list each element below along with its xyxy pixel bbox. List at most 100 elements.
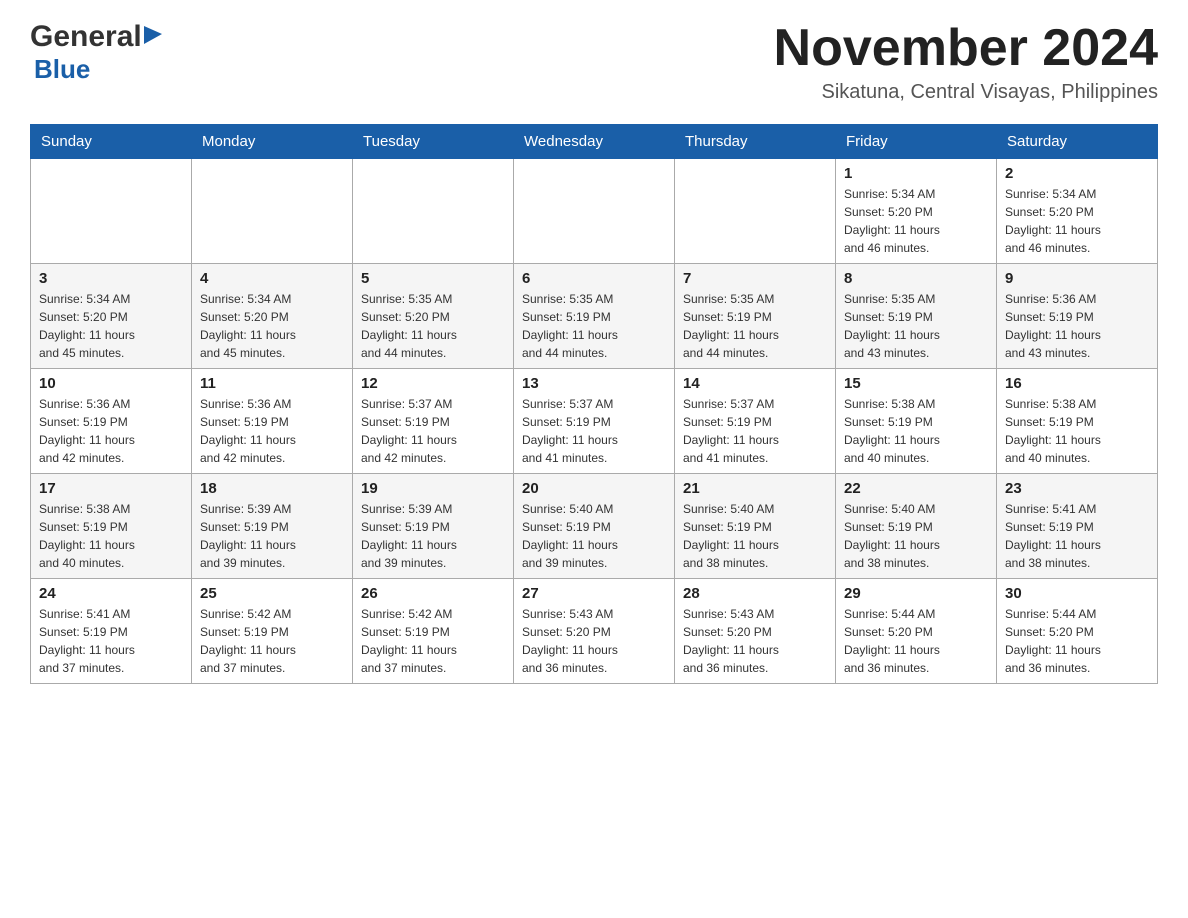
calendar-day-cell: 3 Sunrise: 5:34 AMSunset: 5:20 PMDaylight… (31, 264, 192, 369)
calendar-day-cell: 25 Sunrise: 5:42 AMSunset: 5:19 PMDayligh… (192, 579, 353, 684)
day-sun-info: Sunrise: 5:36 AMSunset: 5:19 PMDaylight:… (39, 395, 183, 467)
day-number: 2 (1005, 165, 1149, 182)
calendar-week-row: 10 Sunrise: 5:36 AMSunset: 5:19 PMDayligh… (31, 369, 1158, 474)
logo-blue: Blue (34, 54, 90, 85)
title-area: November 2024 Sikatuna, Central Visayas,… (774, 20, 1158, 104)
calendar-day-cell: 24 Sunrise: 5:41 AMSunset: 5:19 PMDayligh… (31, 579, 192, 684)
day-number: 3 (39, 270, 183, 287)
day-sun-info: Sunrise: 5:43 AMSunset: 5:20 PMDaylight:… (522, 605, 666, 677)
day-sun-info: Sunrise: 5:42 AMSunset: 5:19 PMDaylight:… (200, 605, 344, 677)
day-number: 1 (844, 165, 988, 182)
day-sun-info: Sunrise: 5:34 AMSunset: 5:20 PMDaylight:… (200, 290, 344, 362)
day-sun-info: Sunrise: 5:38 AMSunset: 5:19 PMDaylight:… (39, 500, 183, 572)
calendar-day-cell: 14Sunrise: 5:37 AMSunset: 5:19 PMDayligh… (675, 369, 836, 474)
day-sun-info: Sunrise: 5:38 AMSunset: 5:19 PMDaylight:… (844, 395, 988, 467)
day-number: 25 (200, 585, 344, 602)
calendar-day-cell (353, 159, 514, 264)
calendar-day-cell: 30 Sunrise: 5:44 AMSunset: 5:20 PMDayligh… (997, 579, 1158, 684)
day-number: 30 (1005, 585, 1149, 602)
calendar-day-cell: 1Sunrise: 5:34 AMSunset: 5:20 PMDaylight… (836, 159, 997, 264)
calendar-day-cell: 13 Sunrise: 5:37 AMSunset: 5:19 PMDayligh… (514, 369, 675, 474)
day-number: 20 (522, 480, 666, 497)
day-number: 26 (361, 585, 505, 602)
day-sun-info: Sunrise: 5:36 AMSunset: 5:19 PMDaylight:… (1005, 290, 1149, 362)
day-number: 8 (844, 270, 988, 287)
day-sun-info: Sunrise: 5:40 AMSunset: 5:19 PMDaylight:… (522, 500, 666, 572)
day-of-week-header: Sunday (31, 125, 192, 159)
day-number: 28 (683, 585, 827, 602)
logo-triangle-icon (144, 26, 166, 48)
calendar-day-cell: 11Sunrise: 5:36 AMSunset: 5:19 PMDayligh… (192, 369, 353, 474)
day-number: 24 (39, 585, 183, 602)
calendar-table: SundayMondayTuesdayWednesdayThursdayFrid… (30, 124, 1158, 684)
calendar-week-row: 3 Sunrise: 5:34 AMSunset: 5:20 PMDaylight… (31, 264, 1158, 369)
day-number: 21 (683, 480, 827, 497)
calendar-day-cell: 4 Sunrise: 5:34 AMSunset: 5:20 PMDaylight… (192, 264, 353, 369)
day-number: 11 (200, 375, 344, 392)
day-of-week-header: Tuesday (353, 125, 514, 159)
calendar-day-cell (31, 159, 192, 264)
calendar-day-cell: 16 Sunrise: 5:38 AMSunset: 5:19 PMDayligh… (997, 369, 1158, 474)
day-number: 10 (39, 375, 183, 392)
calendar-day-cell: 18 Sunrise: 5:39 AMSunset: 5:19 PMDayligh… (192, 474, 353, 579)
day-number: 7 (683, 270, 827, 287)
calendar-day-cell (675, 159, 836, 264)
day-number: 27 (522, 585, 666, 602)
calendar-day-cell (514, 159, 675, 264)
day-sun-info: Sunrise: 5:43 AMSunset: 5:20 PMDaylight:… (683, 605, 827, 677)
day-sun-info: Sunrise: 5:42 AMSunset: 5:19 PMDaylight:… (361, 605, 505, 677)
page-header: General Blue November 2024 Sikatuna, Cen… (30, 20, 1158, 104)
calendar-day-cell (192, 159, 353, 264)
day-number: 17 (39, 480, 183, 497)
calendar-week-row: 17 Sunrise: 5:38 AMSunset: 5:19 PMDayligh… (31, 474, 1158, 579)
day-sun-info: Sunrise: 5:37 AMSunset: 5:19 PMDaylight:… (522, 395, 666, 467)
day-sun-info: Sunrise: 5:37 AMSunset: 5:19 PMDaylight:… (683, 395, 827, 467)
logo: General Blue (30, 20, 166, 85)
day-sun-info: Sunrise: 5:44 AMSunset: 5:20 PMDaylight:… (1005, 605, 1149, 677)
day-sun-info: Sunrise: 5:35 AMSunset: 5:19 PMDaylight:… (522, 290, 666, 362)
day-number: 16 (1005, 375, 1149, 392)
day-number: 29 (844, 585, 988, 602)
calendar-day-cell: 8 Sunrise: 5:35 AMSunset: 5:19 PMDaylight… (836, 264, 997, 369)
day-of-week-header: Thursday (675, 125, 836, 159)
calendar-day-cell: 9 Sunrise: 5:36 AMSunset: 5:19 PMDaylight… (997, 264, 1158, 369)
calendar-day-cell: 19Sunrise: 5:39 AMSunset: 5:19 PMDayligh… (353, 474, 514, 579)
day-number: 23 (1005, 480, 1149, 497)
calendar-day-cell: 22 Sunrise: 5:40 AMSunset: 5:19 PMDayligh… (836, 474, 997, 579)
calendar-day-cell: 27 Sunrise: 5:43 AMSunset: 5:20 PMDayligh… (514, 579, 675, 684)
day-number: 19 (361, 480, 505, 497)
logo-general: General (30, 20, 142, 54)
day-number: 13 (522, 375, 666, 392)
day-of-week-header: Monday (192, 125, 353, 159)
day-sun-info: Sunrise: 5:40 AMSunset: 5:19 PMDaylight:… (683, 500, 827, 572)
calendar-day-cell: 28 Sunrise: 5:43 AMSunset: 5:20 PMDayligh… (675, 579, 836, 684)
calendar-week-row: 1 Sunrise: 5:34 AMSunset: 5:20 PMDaylight… (31, 159, 1158, 264)
day-sun-info: Sunrise: 5:39 AMSunset: 5:19 PMDaylight:… (200, 500, 344, 572)
location-title: Sikatuna, Central Visayas, Philippines (774, 81, 1158, 104)
day-number: 4 (200, 270, 344, 287)
day-number: 6 (522, 270, 666, 287)
calendar-day-cell: 21 Sunrise: 5:40 AMSunset: 5:19 PMDayligh… (675, 474, 836, 579)
calendar-day-cell: 7Sunrise: 5:35 AMSunset: 5:19 PMDaylight… (675, 264, 836, 369)
day-sun-info: Sunrise: 5:38 AMSunset: 5:19 PMDaylight:… (1005, 395, 1149, 467)
day-number: 22 (844, 480, 988, 497)
calendar-day-cell: 17 Sunrise: 5:38 AMSunset: 5:19 PMDayligh… (31, 474, 192, 579)
day-number: 18 (200, 480, 344, 497)
day-sun-info: Sunrise: 5:34 AMSunset: 5:20 PMDaylight:… (1005, 185, 1149, 257)
calendar-day-cell: 15Sunrise: 5:38 AMSunset: 5:19 PMDayligh… (836, 369, 997, 474)
day-sun-info: Sunrise: 5:40 AMSunset: 5:19 PMDaylight:… (844, 500, 988, 572)
day-sun-info: Sunrise: 5:44 AMSunset: 5:20 PMDaylight:… (844, 605, 988, 677)
calendar-day-cell: 6 Sunrise: 5:35 AMSunset: 5:19 PMDaylight… (514, 264, 675, 369)
day-sun-info: Sunrise: 5:41 AMSunset: 5:19 PMDaylight:… (39, 605, 183, 677)
day-sun-info: Sunrise: 5:35 AMSunset: 5:20 PMDaylight:… (361, 290, 505, 362)
calendar-day-cell: 5Sunrise: 5:35 AMSunset: 5:20 PMDaylight… (353, 264, 514, 369)
calendar-day-cell: 23Sunrise: 5:41 AMSunset: 5:19 PMDayligh… (997, 474, 1158, 579)
day-number: 12 (361, 375, 505, 392)
day-sun-info: Sunrise: 5:34 AMSunset: 5:20 PMDaylight:… (39, 290, 183, 362)
day-of-week-header: Saturday (997, 125, 1158, 159)
day-sun-info: Sunrise: 5:35 AMSunset: 5:19 PMDaylight:… (844, 290, 988, 362)
logo-general-text: General (30, 20, 166, 54)
day-number: 9 (1005, 270, 1149, 287)
day-of-week-header: Friday (836, 125, 997, 159)
calendar-day-cell: 10 Sunrise: 5:36 AMSunset: 5:19 PMDayligh… (31, 369, 192, 474)
